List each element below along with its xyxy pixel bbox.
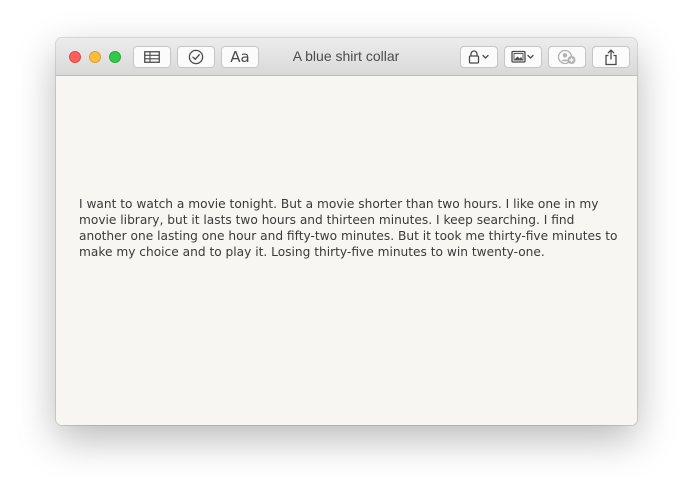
minimize-window-button[interactable] [89, 51, 101, 63]
table-icon [144, 51, 160, 63]
title-bar[interactable]: Aa A blue shirt collar [56, 38, 637, 76]
close-window-button[interactable] [69, 51, 81, 63]
checklist-icon [188, 49, 204, 65]
media-button[interactable] [504, 46, 542, 68]
notes-window: Aa A blue shirt collar I want to watch a… [56, 38, 637, 425]
lock-icon [468, 50, 489, 64]
checklist-button[interactable] [177, 46, 215, 68]
note-editor[interactable]: I want to watch a movie tonight. But a m… [56, 76, 637, 425]
format-button[interactable]: Aa [221, 46, 259, 68]
share-button[interactable] [592, 46, 630, 68]
media-icon [511, 50, 534, 63]
format-icon: Aa [230, 47, 250, 66]
collaborate-button[interactable] [548, 46, 586, 68]
lock-button[interactable] [460, 46, 498, 68]
window-title: A blue shirt collar [292, 48, 400, 64]
collaborate-icon [557, 49, 576, 65]
share-icon [605, 48, 617, 65]
table-button[interactable] [133, 46, 171, 68]
note-body-text[interactable]: I want to watch a movie tonight. But a m… [79, 196, 619, 260]
zoom-window-button[interactable] [109, 51, 121, 63]
